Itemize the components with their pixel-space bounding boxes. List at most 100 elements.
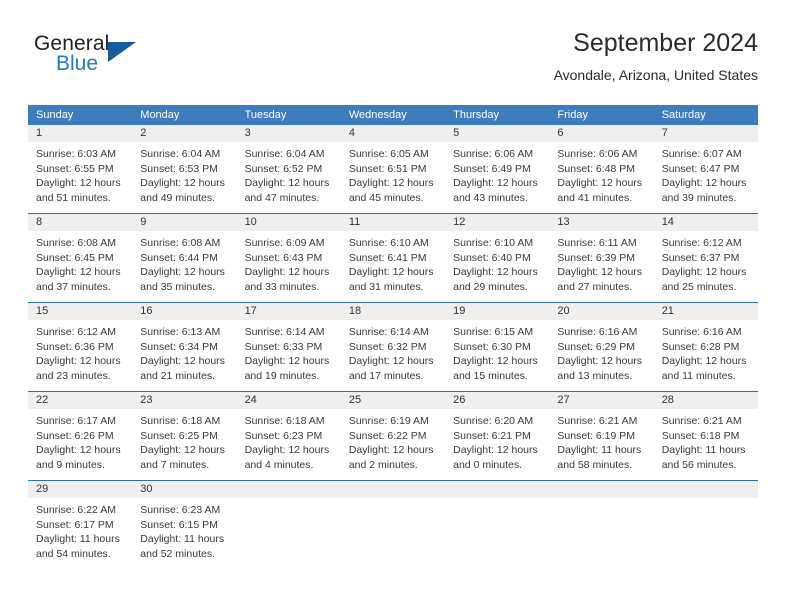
sunrise-text: Sunrise: 6:14 AM: [244, 326, 325, 338]
daylight-text-line2: and 35 minutes.: [140, 280, 215, 293]
calendar-day-cell[interactable]: 4 Sunrise: 6:05 AM Sunset: 6:51 PM Daylight…: [340, 125, 446, 213]
logo-text-blue: Blue: [56, 52, 99, 75]
calendar-day-cell[interactable]: 26 Sunrise: 6:20 AM Sunset: 6:21 PM Dayligh…: [445, 392, 550, 480]
calendar-grid: Sunday Monday Tuesday Wednesday Thursday…: [28, 105, 758, 569]
sunrise-text: Sunrise: 6:05 AM: [348, 148, 429, 160]
day-details: Sunrise: 6:21 AM Sunset: 6:19 PM Daylight:…: [549, 409, 653, 472]
calendar-day-cell-empty: [236, 481, 341, 569]
calendar-day-cell[interactable]: 9 Sunrise: 6:08 AM Sunset: 6:44 PM Daylight…: [132, 214, 237, 302]
day-number: 28: [653, 392, 758, 409]
day-number: [445, 481, 550, 498]
sunrise-text: Sunrise: 6:12 AM: [661, 237, 742, 249]
daylight-text-line2: and 11 minutes.: [661, 369, 736, 382]
day-details: Sunrise: 6:10 AM Sunset: 6:41 PM Daylight:…: [341, 231, 445, 294]
day-number: 15: [28, 303, 133, 320]
sunrise-text: Sunrise: 6:04 AM: [140, 148, 221, 160]
location-subtitle: Avondale, Arizona, United States: [553, 67, 758, 83]
title-block: September 2024 Avondale, Arizona, United…: [554, 28, 758, 84]
day-number: [653, 481, 758, 498]
sunrise-text: Sunrise: 6:23 AM: [140, 504, 221, 516]
daylight-text-line2: and 56 minutes.: [661, 458, 737, 471]
daylight-text-line2: and 33 minutes.: [244, 280, 320, 293]
calendar-day-cell[interactable]: 18 Sunrise: 6:14 AM Sunset: 6:32 PM Dayligh…: [340, 303, 446, 391]
sunrise-text: Sunrise: 6:15 AM: [453, 326, 534, 338]
daylight-text-line1: Daylight: 12 hours: [140, 266, 225, 279]
calendar-week-row: 8 Sunrise: 6:08 AM Sunset: 6:45 PM Daylight…: [28, 213, 758, 302]
sunset-text: Sunset: 6:19 PM: [557, 429, 636, 442]
day-number: 23: [132, 392, 237, 409]
calendar-day-cell[interactable]: 10 Sunrise: 6:09 AM Sunset: 6:43 PM Dayligh…: [236, 214, 341, 302]
daylight-text-line1: Daylight: 12 hours: [140, 355, 225, 368]
calendar-day-cell[interactable]: 13 Sunrise: 6:11 AM Sunset: 6:39 PM Dayligh…: [549, 214, 654, 302]
calendar-day-cell[interactable]: 20 Sunrise: 6:16 AM Sunset: 6:29 PM Dayligh…: [549, 303, 654, 391]
day-number: [549, 481, 654, 498]
calendar-day-cell[interactable]: 16 Sunrise: 6:13 AM Sunset: 6:34 PM Dayligh…: [132, 303, 237, 391]
weekday-header-thursday: Thursday: [453, 109, 499, 121]
calendar-day-cell[interactable]: 14 Sunrise: 6:12 AM Sunset: 6:37 PM Dayligh…: [653, 214, 758, 302]
daylight-text-line2: and 23 minutes.: [36, 369, 111, 382]
day-details: Sunrise: 6:08 AM Sunset: 6:45 PM Daylight:…: [28, 231, 132, 294]
sunset-text: Sunset: 6:25 PM: [140, 429, 218, 442]
triangle-logo-icon: [108, 42, 136, 62]
daylight-text-line1: Daylight: 12 hours: [557, 177, 643, 190]
calendar-day-cell[interactable]: 11 Sunrise: 6:10 AM Sunset: 6:41 PM Dayligh…: [340, 214, 446, 302]
day-number: 25: [340, 392, 446, 409]
day-details: Sunrise: 6:06 AM Sunset: 6:49 PM Daylight:…: [445, 142, 549, 205]
calendar-week-row: 1 Sunrise: 6:03 AM Sunset: 6:55 PM Daylight…: [28, 125, 758, 213]
calendar-day-cell[interactable]: 5 Sunrise: 6:06 AM Sunset: 6:49 PM Daylight…: [445, 125, 550, 213]
daylight-text-line2: and 7 minutes.: [140, 458, 210, 471]
calendar-day-cell[interactable]: 23 Sunrise: 6:18 AM Sunset: 6:25 PM Dayligh…: [132, 392, 237, 480]
sunrise-text: Sunrise: 6:08 AM: [36, 237, 116, 249]
day-number: 13: [549, 214, 654, 231]
calendar-day-cell[interactable]: 22 Sunrise: 6:17 AM Sunset: 6:26 PM Dayligh…: [28, 392, 133, 480]
sunrise-text: Sunrise: 6:12 AM: [36, 326, 116, 338]
daylight-text-line1: Daylight: 12 hours: [36, 266, 121, 279]
calendar-day-cell[interactable]: 27 Sunrise: 6:21 AM Sunset: 6:19 PM Dayligh…: [549, 392, 654, 480]
calendar-day-cell-empty: [653, 481, 758, 569]
calendar-day-cell[interactable]: 19 Sunrise: 6:15 AM Sunset: 6:30 PM Dayligh…: [445, 303, 550, 391]
sunrise-text: Sunrise: 6:20 AM: [453, 415, 534, 427]
daylight-text-line2: and 15 minutes.: [453, 369, 528, 382]
sunset-text: Sunset: 6:33 PM: [244, 340, 323, 353]
calendar-day-cell[interactable]: 8 Sunrise: 6:08 AM Sunset: 6:45 PM Daylight…: [28, 214, 133, 302]
day-details: Sunrise: 6:03 AM Sunset: 6:55 PM Daylight:…: [28, 142, 132, 205]
calendar-day-cell[interactable]: 30 Sunrise: 6:23 AM Sunset: 6:15 PM Dayligh…: [132, 481, 237, 569]
calendar-day-cell[interactable]: 29 Sunrise: 6:22 AM Sunset: 6:17 PM Dayligh…: [28, 481, 133, 569]
daylight-text-line1: Daylight: 12 hours: [348, 444, 434, 457]
calendar-day-cell[interactable]: 7 Sunrise: 6:07 AM Sunset: 6:47 PM Daylight…: [653, 125, 758, 213]
day-number: 5: [445, 125, 550, 142]
sunrise-text: Sunrise: 6:11 AM: [557, 237, 637, 249]
daylight-text-line2: and 47 minutes.: [244, 191, 320, 204]
sunrise-text: Sunrise: 6:09 AM: [244, 237, 325, 249]
general-blue-logo: General Blue: [34, 32, 154, 88]
day-number: 26: [445, 392, 550, 409]
day-details: Sunrise: 6:05 AM Sunset: 6:51 PM Daylight:…: [341, 142, 445, 205]
calendar-day-cell[interactable]: 15 Sunrise: 6:12 AM Sunset: 6:36 PM Dayligh…: [28, 303, 133, 391]
daylight-text-line2: and 49 minutes.: [140, 191, 215, 204]
daylight-text-line1: Daylight: 12 hours: [348, 177, 434, 190]
calendar-day-cell[interactable]: 6 Sunrise: 6:06 AM Sunset: 6:48 PM Daylight…: [549, 125, 654, 213]
sunrise-text: Sunrise: 6:14 AM: [348, 326, 429, 338]
daylight-text-line2: and 45 minutes.: [348, 191, 424, 204]
daylight-text-line2: and 58 minutes.: [557, 458, 633, 471]
daylight-text-line1: Daylight: 12 hours: [36, 355, 121, 368]
calendar-day-cell[interactable]: 17 Sunrise: 6:14 AM Sunset: 6:33 PM Dayligh…: [236, 303, 341, 391]
calendar-day-cell[interactable]: 28 Sunrise: 6:21 AM Sunset: 6:18 PM Dayligh…: [653, 392, 758, 480]
calendar-day-cell[interactable]: 25 Sunrise: 6:19 AM Sunset: 6:22 PM Dayligh…: [340, 392, 446, 480]
calendar-day-cell-empty: [445, 481, 550, 569]
calendar-page: General Blue September 2024 Avondale, Ar…: [0, 0, 792, 612]
calendar-day-cell-empty: [549, 481, 654, 569]
calendar-day-cell[interactable]: 3 Sunrise: 6:04 AM Sunset: 6:52 PM Daylight…: [236, 125, 341, 213]
calendar-day-cell[interactable]: 2 Sunrise: 6:04 AM Sunset: 6:53 PM Daylight…: [132, 125, 237, 213]
day-number: 27: [549, 392, 654, 409]
calendar-day-cell[interactable]: 24 Sunrise: 6:18 AM Sunset: 6:23 PM Dayligh…: [236, 392, 341, 480]
weekday-header-wednesday: Wednesday: [348, 109, 407, 121]
calendar-day-cell[interactable]: 12 Sunrise: 6:10 AM Sunset: 6:40 PM Dayligh…: [445, 214, 550, 302]
day-number: 1: [28, 125, 133, 142]
weekday-header-tuesday: Tuesday: [244, 109, 287, 121]
day-number: 12: [445, 214, 550, 231]
calendar-day-cell[interactable]: 21 Sunrise: 6:16 AM Sunset: 6:28 PM Dayligh…: [653, 303, 758, 391]
calendar-day-cell[interactable]: 1 Sunrise: 6:03 AM Sunset: 6:55 PM Daylight…: [28, 125, 133, 213]
day-details: Sunrise: 6:14 AM Sunset: 6:33 PM Daylight:…: [237, 320, 341, 383]
day-details: Sunrise: 6:17 AM Sunset: 6:26 PM Daylight:…: [28, 409, 132, 472]
